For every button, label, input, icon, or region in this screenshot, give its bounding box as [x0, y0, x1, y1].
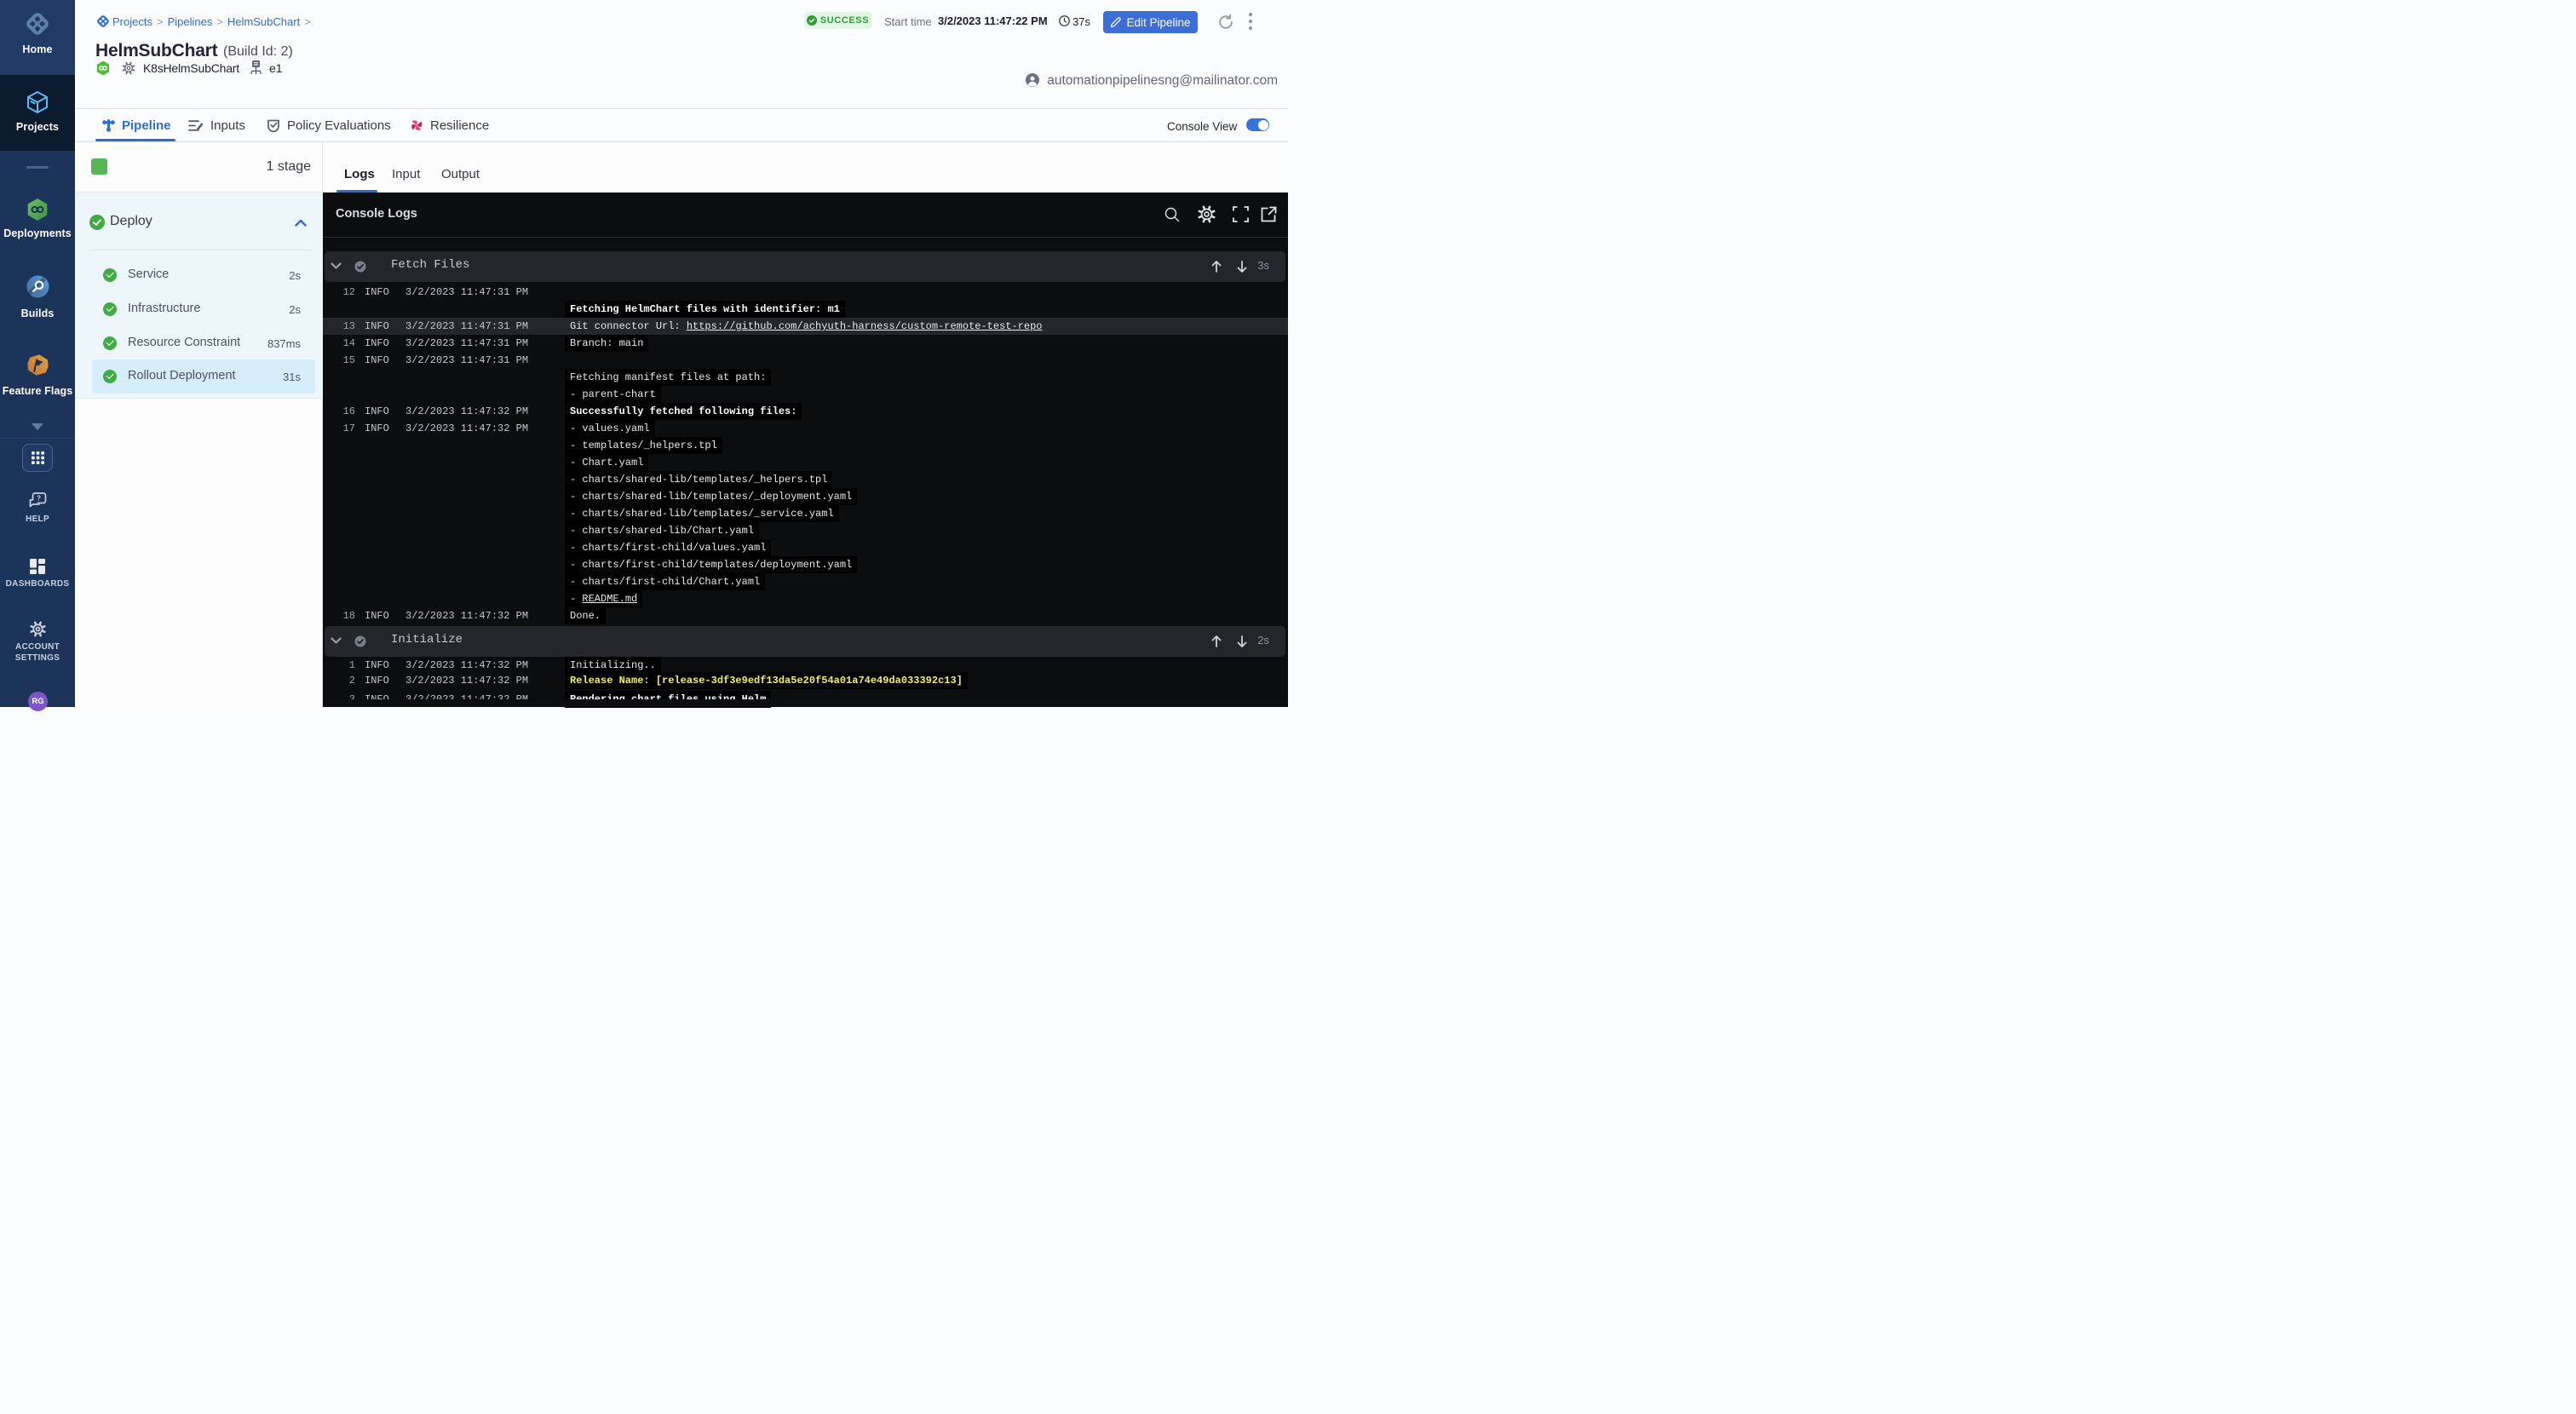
svg-text:?: ?	[37, 494, 41, 503]
